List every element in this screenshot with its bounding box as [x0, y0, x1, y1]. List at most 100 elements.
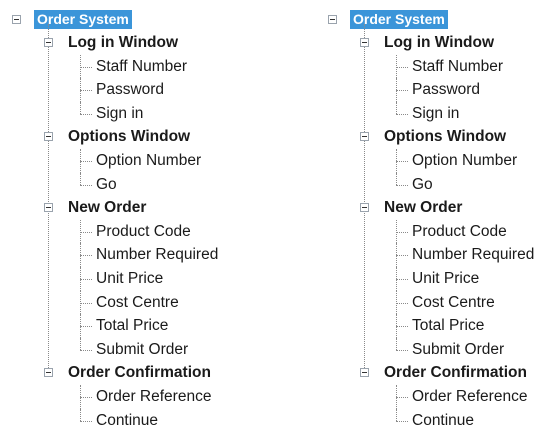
- tree-leaf-label[interactable]: Go: [412, 173, 433, 197]
- collapse-icon[interactable]: [328, 15, 337, 24]
- tree-node-log-in-window[interactable]: Log in Window: [10, 31, 250, 55]
- tree-leaf-option-number[interactable]: Option Number: [10, 148, 250, 173]
- tree-leaf-label[interactable]: Cost Centre: [96, 291, 179, 315]
- tree-root-node[interactable]: Order System: [10, 8, 250, 31]
- tree-leaf-label[interactable]: Total Price: [96, 314, 168, 338]
- collapse-icon[interactable]: [44, 203, 53, 213]
- tree-root-node[interactable]: Order System: [326, 8, 547, 31]
- tree-connector: [396, 160, 408, 162]
- tree-connector: [396, 113, 408, 115]
- tree-node-label[interactable]: Log in Window: [68, 31, 178, 55]
- tree-groups: Log in Window Staff Number Password Sign in…: [326, 24, 547, 433]
- tree-leaf-product-code[interactable]: Product Code: [10, 219, 250, 244]
- tree-leaf-go[interactable]: Go: [326, 172, 547, 197]
- tree-node-order-confirmation[interactable]: Order Confirmation: [326, 361, 547, 385]
- tree-leaf-staff-number[interactable]: Staff Number: [326, 54, 547, 79]
- tree-leaf-number-required[interactable]: Number Required: [10, 243, 250, 267]
- collapse-icon[interactable]: [360, 132, 369, 142]
- tree-connector: [80, 408, 81, 421]
- tree-leaf-option-number[interactable]: Option Number: [326, 148, 547, 173]
- tree-connector: [396, 90, 408, 92]
- tree-leaf-cost-centre[interactable]: Cost Centre: [10, 290, 250, 315]
- tree-connector: [396, 255, 408, 257]
- tree-node-label[interactable]: New Order: [384, 196, 462, 220]
- tree-node-label[interactable]: New Order: [68, 196, 146, 220]
- tree-leaf-label[interactable]: Number Required: [96, 243, 218, 267]
- tree-leaf-product-code[interactable]: Product Code: [326, 219, 547, 244]
- tree-leaf-label[interactable]: Unit Price: [412, 267, 479, 291]
- tree-connector: [396, 172, 397, 185]
- tree-connector: [396, 231, 408, 233]
- tree-leaf-label[interactable]: Staff Number: [96, 55, 187, 79]
- collapse-icon[interactable]: [360, 38, 369, 47]
- tree-leaf-continue[interactable]: Continue: [10, 408, 250, 433]
- tree-view-left: Order System Log in Window Staff Number Pas…: [10, 8, 250, 432]
- tree-node-label[interactable]: Order Confirmation: [68, 361, 211, 385]
- tree-leaf-label[interactable]: Sign in: [96, 102, 143, 126]
- tree-leaf-label[interactable]: Continue: [412, 409, 474, 433]
- collapse-icon[interactable]: [44, 38, 53, 47]
- tree-leaf-continue[interactable]: Continue: [326, 408, 547, 433]
- tree-leaf-unit-price[interactable]: Unit Price: [326, 266, 547, 291]
- tree-node-options-window[interactable]: Options Window: [326, 125, 547, 149]
- tree-groups: Log in Window Staff Number Password Sign in…: [10, 24, 250, 433]
- tree-leaf-total-price[interactable]: Total Price: [326, 314, 547, 338]
- tree-node-order-confirmation[interactable]: Order Confirmation: [10, 361, 250, 385]
- tree-node-label[interactable]: Options Window: [68, 125, 190, 149]
- collapse-icon[interactable]: [360, 368, 369, 378]
- tree-leaf-label[interactable]: Product Code: [412, 220, 507, 244]
- tree-node-new-order[interactable]: New Order: [326, 196, 547, 220]
- tree-leaf-password[interactable]: Password: [10, 78, 250, 102]
- tree-connector: [80, 302, 92, 304]
- tree-node-label[interactable]: Log in Window: [384, 31, 494, 55]
- tree-connector: [80, 160, 92, 162]
- tree-connector: [396, 101, 397, 114]
- tree-node-label[interactable]: Order Confirmation: [384, 361, 527, 385]
- tree-connector: [396, 349, 408, 351]
- tree-connector: [396, 408, 397, 421]
- tree-leaf-label[interactable]: Product Code: [96, 220, 191, 244]
- tree-leaf-cost-centre[interactable]: Cost Centre: [326, 290, 547, 315]
- tree-leaf-label[interactable]: Staff Number: [412, 55, 503, 79]
- tree-leaf-unit-price[interactable]: Unit Price: [10, 266, 250, 291]
- tree-connector: [80, 420, 92, 422]
- tree-leaf-label[interactable]: Continue: [96, 409, 158, 433]
- tree-node-options-window[interactable]: Options Window: [10, 125, 250, 149]
- collapse-icon[interactable]: [12, 15, 21, 24]
- tree-leaf-label[interactable]: Number Required: [412, 243, 534, 267]
- tree-leaf-label[interactable]: Cost Centre: [412, 291, 495, 315]
- tree-node-new-order[interactable]: New Order: [10, 196, 250, 220]
- tree-leaf-order-reference[interactable]: Order Reference: [326, 384, 547, 409]
- tree-leaf-label[interactable]: Option Number: [96, 149, 201, 173]
- tree-leaf-label[interactable]: Total Price: [412, 314, 484, 338]
- tree-leaf-label[interactable]: Submit Order: [412, 338, 504, 362]
- tree-leaf-sign-in[interactable]: Sign in: [326, 101, 547, 126]
- tree-connector: [396, 66, 408, 68]
- tree-leaf-label[interactable]: Submit Order: [96, 338, 188, 362]
- tree-leaf-number-required[interactable]: Number Required: [326, 243, 547, 267]
- collapse-icon[interactable]: [360, 203, 369, 213]
- tree-leaf-go[interactable]: Go: [10, 172, 250, 197]
- tree-views-stage: Order System Log in Window Staff Number Pas…: [0, 0, 547, 435]
- tree-leaf-label[interactable]: Order Reference: [96, 385, 211, 409]
- tree-node-log-in-window[interactable]: Log in Window: [326, 31, 547, 55]
- tree-leaf-sign-in[interactable]: Sign in: [10, 101, 250, 126]
- tree-leaf-staff-number[interactable]: Staff Number: [10, 54, 250, 79]
- tree-connector: [396, 337, 397, 350]
- tree-connector: [80, 101, 81, 114]
- tree-leaf-password[interactable]: Password: [326, 78, 547, 102]
- tree-leaf-total-price[interactable]: Total Price: [10, 314, 250, 338]
- tree-leaf-label[interactable]: Option Number: [412, 149, 517, 173]
- tree-leaf-order-reference[interactable]: Order Reference: [10, 384, 250, 409]
- tree-leaf-submit-order[interactable]: Submit Order: [326, 337, 547, 362]
- tree-leaf-label[interactable]: Order Reference: [412, 385, 527, 409]
- tree-leaf-label[interactable]: Go: [96, 173, 117, 197]
- collapse-icon[interactable]: [44, 132, 53, 142]
- tree-leaf-label[interactable]: Unit Price: [96, 267, 163, 291]
- collapse-icon[interactable]: [44, 368, 53, 378]
- tree-node-label[interactable]: Options Window: [384, 125, 506, 149]
- tree-leaf-submit-order[interactable]: Submit Order: [10, 337, 250, 362]
- tree-leaf-label[interactable]: Password: [412, 78, 480, 102]
- tree-leaf-label[interactable]: Sign in: [412, 102, 459, 126]
- tree-leaf-label[interactable]: Password: [96, 78, 164, 102]
